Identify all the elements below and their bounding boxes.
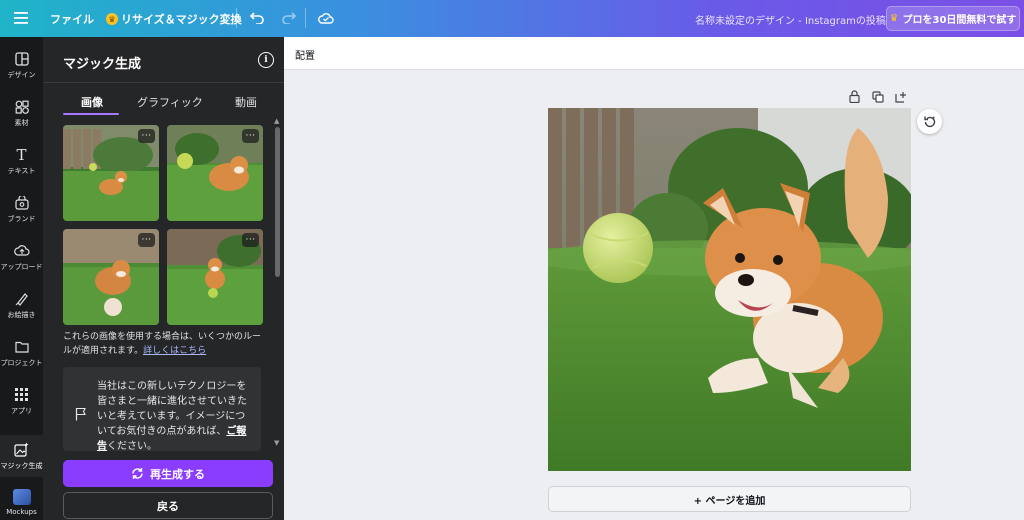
- rail-item-projects[interactable]: プロジェクト: [0, 332, 43, 374]
- rail-label: お絵描き: [7, 310, 36, 319]
- rail-label: デザイン: [7, 70, 36, 79]
- divider: [43, 82, 284, 83]
- upload-cloud-icon: [13, 243, 30, 259]
- crown-icon: ♛: [106, 13, 118, 25]
- feedback-text-body: 当社はこの新しいテクノロジーを皆さまと一緒に進化させていきたいと考えています。イ…: [97, 381, 247, 437]
- active-tab-indicator: [63, 113, 119, 115]
- resize-magic-switch-button[interactable]: ♛ リサイズ＆マジック変換: [106, 11, 242, 27]
- magic-media-panel: マジック生成 i 画像 グラフィック 動画 ··· ··· ··· ··· これ…: [43, 37, 284, 520]
- design-page[interactable]: [548, 108, 911, 471]
- brand-icon: [14, 195, 30, 211]
- rail-item-mockups[interactable]: Mockups: [0, 481, 43, 520]
- back-button[interactable]: 戻る: [63, 492, 273, 519]
- feedback-text: 当社はこの新しいテクノロジーを皆さまと一緒に進化させていきたいと考えています。イ…: [97, 379, 249, 451]
- lock-icon[interactable]: [847, 89, 862, 104]
- rail-label: 素材: [14, 118, 29, 127]
- divider: [305, 8, 306, 28]
- text-icon: T: [16, 145, 27, 164]
- rail-item-magic-media[interactable]: マジック生成: [0, 435, 43, 477]
- layout-icon: [14, 51, 30, 67]
- rail-item-draw[interactable]: お絵描き: [0, 284, 43, 326]
- regenerate-label: 再生成する: [150, 467, 205, 481]
- more-options-icon[interactable]: ···: [138, 129, 155, 143]
- rail-item-elements[interactable]: 素材: [0, 92, 43, 134]
- generated-image-2[interactable]: ···: [167, 125, 263, 221]
- divider: [236, 8, 237, 28]
- left-rail: デザイン 素材 T テキスト ブランド アップロード お絵描き プロジェクト ア…: [0, 37, 43, 520]
- top-bar: ファイル ♛ リサイズ＆マジック変換 名称未設定のデザイン - Instagra…: [0, 0, 1024, 37]
- rail-item-apps[interactable]: アプリ: [0, 380, 43, 422]
- scroll-thumb[interactable]: [275, 127, 280, 277]
- panel-title: マジック生成: [63, 57, 142, 72]
- generated-image-3[interactable]: ···: [63, 229, 159, 325]
- flag-icon: [75, 407, 86, 421]
- tab-images[interactable]: 画像: [81, 94, 103, 110]
- rail-label: アプリ: [11, 406, 32, 415]
- learn-more-link[interactable]: 詳しくはこちら: [143, 346, 206, 356]
- feedback-text-end: ください。: [107, 441, 157, 451]
- rail-label: Mockups: [6, 507, 37, 516]
- scroll-down-arrow-icon[interactable]: ▼: [274, 439, 279, 447]
- more-options-icon[interactable]: ···: [242, 233, 259, 247]
- context-toolbar: 配置: [284, 37, 1024, 70]
- refresh-icon: [132, 468, 143, 479]
- try-pro-button[interactable]: ♛ プロを30日間無料で試す: [886, 6, 1020, 31]
- mockups-app-icon: [12, 488, 31, 505]
- tab-graphics[interactable]: グラフィック: [137, 94, 203, 110]
- rail-label: アップロード: [0, 262, 43, 271]
- hamburger-icon[interactable]: [10, 7, 32, 29]
- duplicate-icon[interactable]: [870, 89, 885, 104]
- position-button[interactable]: 配置: [295, 47, 315, 62]
- add-page-icon[interactable]: [893, 89, 908, 104]
- folder-icon: [14, 339, 30, 355]
- tab-videos[interactable]: 動画: [235, 94, 257, 110]
- cloud-saved-icon[interactable]: [315, 7, 337, 29]
- draw-icon: [14, 291, 30, 307]
- rail-item-text[interactable]: T テキスト: [0, 140, 43, 182]
- rail-item-brand[interactable]: ブランド: [0, 188, 43, 230]
- page-tools: [847, 89, 908, 104]
- file-menu-button[interactable]: ファイル: [50, 11, 94, 27]
- info-icon[interactable]: i: [258, 52, 274, 68]
- rail-label: ブランド: [7, 214, 36, 223]
- shapes-icon: [14, 99, 30, 115]
- apps-grid-icon: [14, 387, 30, 403]
- generated-image-1[interactable]: ···: [63, 125, 159, 221]
- rail-label: プロジェクト: [0, 358, 43, 367]
- undo-icon[interactable]: [246, 7, 268, 29]
- magic-image-icon: [14, 442, 30, 458]
- redo-icon[interactable]: [278, 7, 300, 29]
- generated-image-4[interactable]: ···: [167, 229, 263, 325]
- rail-label: テキスト: [7, 166, 36, 175]
- rail-item-uploads[interactable]: アップロード: [0, 236, 43, 278]
- usage-notice: これらの画像を使用する場合は、いくつかのルールが適用されます。詳しくはこちら: [63, 330, 269, 358]
- resize-label: リサイズ＆マジック変換: [121, 13, 242, 26]
- regenerate-button[interactable]: 再生成する: [63, 460, 273, 487]
- regenerate-icon[interactable]: [917, 109, 942, 134]
- rail-label: マジック生成: [0, 461, 43, 470]
- scroll-up-arrow-icon[interactable]: ▲: [274, 117, 279, 125]
- pro-label: プロを30日間無料で試す: [902, 15, 1017, 26]
- crown-icon: ♛: [889, 13, 899, 24]
- add-page-button[interactable]: + ページを追加: [548, 486, 911, 512]
- more-options-icon[interactable]: ···: [242, 129, 259, 143]
- shiba-dog-image[interactable]: [548, 108, 911, 471]
- more-options-icon[interactable]: ···: [138, 233, 155, 247]
- document-title[interactable]: 名称未設定のデザイン - Instagramの投稿: [695, 12, 886, 27]
- panel-scrollbar[interactable]: ▲ ▼: [274, 117, 280, 451]
- rail-item-design[interactable]: デザイン: [0, 44, 43, 86]
- feedback-card: 当社はこの新しいテクノロジーを皆さまと一緒に進化させていきたいと考えています。イ…: [63, 367, 261, 451]
- canvas-area: 配置 + ページを追加: [284, 37, 1024, 520]
